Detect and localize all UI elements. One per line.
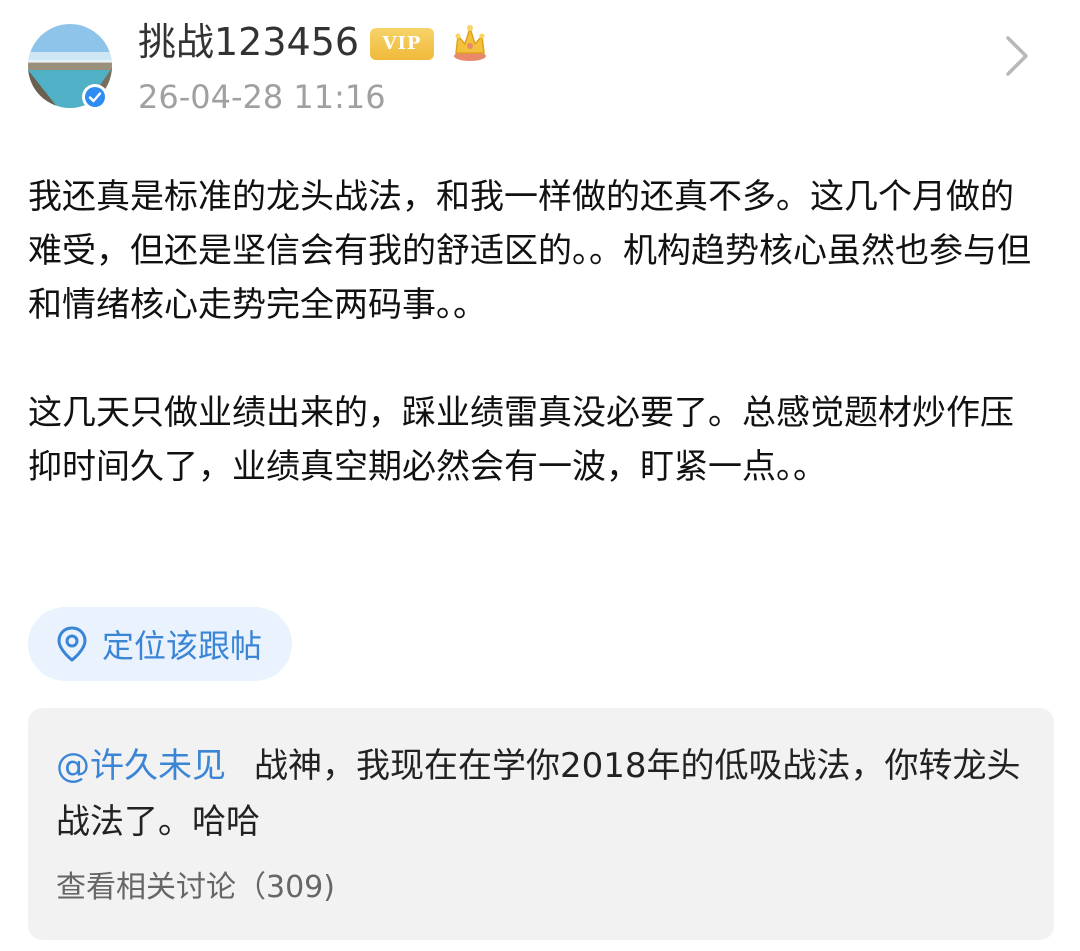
verified-check-icon: [82, 84, 108, 110]
locate-reply-label: 定位该跟帖: [102, 627, 263, 665]
locate-reply-button[interactable]: 定位该跟帖: [28, 607, 293, 681]
post-paragraph-2: 这几天只做业绩出来的，踩业绩雷真没必要了。总感觉题材炒作压抑时间久了，业绩真空期…: [28, 393, 1014, 487]
post-timestamp: 26-04-28 11:16: [138, 78, 386, 116]
post-paragraph-1: 我还真是标准的龙头战法，和我一样做的还真不多。这几个月做的难受，但还是坚信会有我…: [28, 177, 1031, 325]
location-pin-icon: [52, 624, 92, 664]
author-username[interactable]: 挑战123456: [138, 20, 359, 64]
chevron-right-icon[interactable]: [996, 34, 1036, 78]
crown-icon: [448, 20, 492, 64]
user-mention-link[interactable]: @许久未见: [56, 746, 226, 786]
post-body: 我还真是标准的龙头战法，和我一样做的还真不多。这几个月做的难受，但还是坚信会有我…: [28, 170, 1038, 494]
post-header: 挑战123456 VIP 26-04-28 11:16: [0, 0, 1080, 140]
quoted-reply-content: @许久未见 战神，我现在在学你2018年的低吸战法，你转龙头战法了。哈哈: [56, 738, 1026, 850]
vip-badge: VIP: [370, 28, 434, 60]
quoted-reply[interactable]: @许久未见 战神，我现在在学你2018年的低吸战法，你转龙头战法了。哈哈 查看相关…: [28, 708, 1054, 940]
view-discussion-link[interactable]: 查看相关讨论（309): [56, 868, 335, 908]
